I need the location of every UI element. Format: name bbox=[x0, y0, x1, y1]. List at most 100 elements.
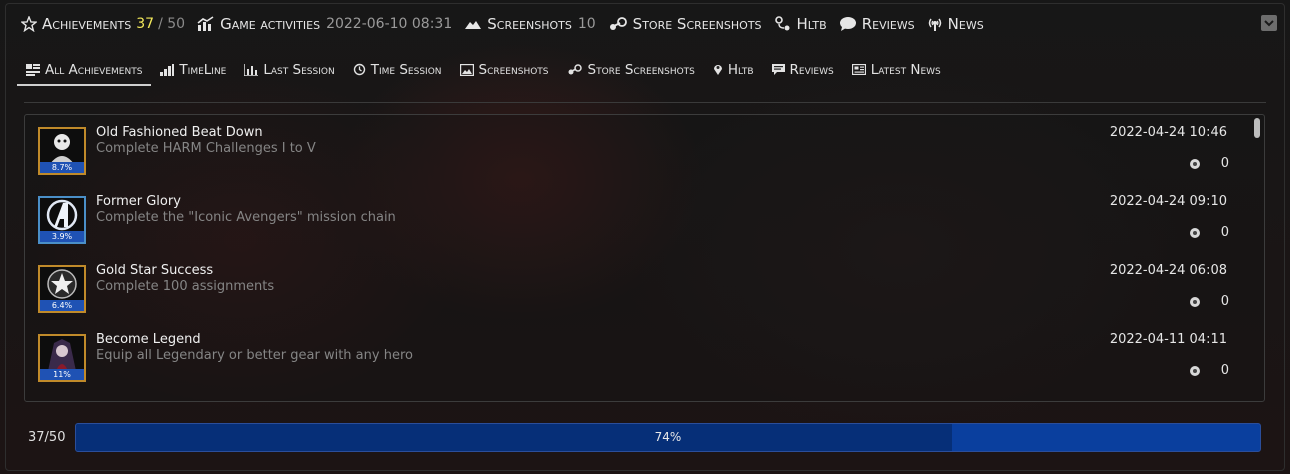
hero-portrait-icon bbox=[48, 339, 76, 371]
achievement-icon: 8.7% bbox=[38, 127, 86, 175]
image-icon bbox=[459, 63, 474, 76]
game-activities-label: Game activities bbox=[220, 15, 321, 33]
reviews-label: Reviews bbox=[861, 15, 915, 33]
scrollbar[interactable] bbox=[1254, 118, 1260, 138]
route-icon bbox=[774, 16, 790, 31]
list-item[interactable]: 11% Become Legend Equip all Legendary or… bbox=[25, 322, 1245, 391]
bar-chart-icon bbox=[160, 63, 175, 76]
achievement-description: Equip all Legendary or better gear with … bbox=[96, 348, 413, 363]
points-value: 0 bbox=[1220, 363, 1229, 378]
achievement-icon: 6.4% bbox=[38, 265, 86, 313]
achievements-label: Achievements bbox=[42, 15, 132, 33]
store-screenshots-label: Store Screenshots bbox=[632, 15, 762, 33]
brawler-icon bbox=[50, 134, 74, 164]
broadcast-icon bbox=[928, 18, 941, 31]
gamerscore-icon bbox=[1189, 227, 1200, 238]
rarity-percent: 8.7% bbox=[40, 162, 84, 173]
tab-last-session[interactable]: Last Session bbox=[235, 55, 343, 84]
rarity-percent: 6.4% bbox=[40, 300, 84, 311]
game-activities-link[interactable]: Game activities 2022-06-10 08:31 bbox=[197, 15, 452, 33]
tab-timeline[interactable]: TimeLine bbox=[151, 55, 235, 84]
unlock-date: 2022-04-24 06:08 bbox=[1109, 263, 1227, 278]
achievements-unlocked: 37 bbox=[136, 16, 155, 32]
achievement-icon: 3.9% bbox=[38, 196, 86, 244]
tab-latest-news[interactable]: Latest News bbox=[843, 55, 950, 84]
tab-label: Screenshots bbox=[478, 61, 549, 78]
achievements-total: / 50 bbox=[158, 16, 186, 32]
gamerscore-icon bbox=[1189, 365, 1200, 376]
chevron-down-icon bbox=[1264, 20, 1274, 27]
avengers-a-icon bbox=[46, 199, 78, 231]
chat-icon bbox=[839, 17, 856, 31]
hltb-label: Hltb bbox=[796, 15, 827, 33]
history-icon bbox=[353, 63, 365, 76]
achievement-name: Gold Star Success bbox=[96, 263, 214, 278]
divider bbox=[24, 102, 1266, 103]
unlock-date: 2022-04-11 04:11 bbox=[1109, 332, 1227, 347]
landscape-icon bbox=[465, 21, 482, 29]
achievement-description: Complete the "Iconic Avengers" mission c… bbox=[96, 210, 396, 225]
chart-up-icon bbox=[197, 16, 214, 31]
points: 0 bbox=[1189, 156, 1229, 171]
news-label: News bbox=[947, 15, 984, 33]
points: 0 bbox=[1189, 294, 1229, 309]
achievement-name: Become Legend bbox=[96, 332, 201, 347]
collapse-button[interactable] bbox=[1261, 15, 1277, 31]
reviews-link[interactable]: Reviews bbox=[839, 15, 915, 33]
screenshots-count: 10 bbox=[577, 16, 596, 32]
unlock-date: 2022-04-24 09:10 bbox=[1109, 194, 1227, 209]
progress-bar: 74% bbox=[75, 423, 1261, 452]
rarity-percent: 3.9% bbox=[40, 231, 84, 242]
progress-percent: 74% bbox=[654, 430, 682, 444]
stats-icon bbox=[244, 63, 259, 76]
tab-label: All Achievements bbox=[45, 61, 143, 78]
achievements-link[interactable]: Achievements 37 / 50 bbox=[21, 15, 185, 33]
achievement-icon: 11% bbox=[38, 334, 86, 382]
store-screenshots-link[interactable]: Store Screenshots bbox=[608, 15, 762, 33]
unlock-date: 2022-04-24 10:46 bbox=[1109, 125, 1227, 140]
points-value: 0 bbox=[1220, 225, 1229, 240]
achievement-name: Former Glory bbox=[96, 194, 181, 209]
tab-label: Time Session bbox=[370, 61, 442, 78]
star-badge-icon bbox=[47, 269, 77, 299]
achievement-description: Complete HARM Challenges I to V bbox=[96, 141, 316, 156]
newspaper-icon bbox=[851, 64, 866, 75]
tab-label: Store Screenshots bbox=[587, 61, 695, 78]
star-icon bbox=[21, 16, 37, 32]
points-value: 0 bbox=[1220, 156, 1229, 171]
progress-count: 37/50 bbox=[28, 430, 66, 445]
news-link[interactable]: News bbox=[927, 15, 984, 33]
tab-label: Last Session bbox=[263, 61, 335, 78]
game-activities-date: 2022-06-10 08:31 bbox=[326, 16, 453, 32]
list-item[interactable]: 3.9% Former Glory Complete the "Iconic A… bbox=[25, 184, 1245, 253]
tab-time-session[interactable]: Time Session bbox=[344, 55, 451, 84]
list-icon bbox=[26, 63, 40, 76]
hltb-link[interactable]: Hltb bbox=[774, 15, 827, 33]
tab-label: Hltb bbox=[727, 61, 754, 78]
rarity-percent: 11% bbox=[40, 369, 84, 380]
list-item[interactable]: 6.4% Gold Star Success Complete 100 assi… bbox=[25, 253, 1245, 322]
tab-store-screenshots[interactable]: Store Screenshots bbox=[558, 55, 704, 84]
tab-hltb[interactable]: Hltb bbox=[704, 55, 763, 84]
list-item[interactable]: 8.7% Old Fashioned Beat Down Complete HA… bbox=[25, 115, 1245, 184]
gamerscore-icon bbox=[1189, 296, 1200, 307]
tab-label: Reviews bbox=[789, 61, 834, 78]
achievements-list[interactable]: 8.7% Old Fashioned Beat Down Complete HA… bbox=[24, 114, 1265, 402]
points: 0 bbox=[1189, 363, 1229, 378]
tab-label: TimeLine bbox=[179, 61, 227, 78]
points-value: 0 bbox=[1220, 294, 1229, 309]
gamerscore-icon bbox=[1189, 158, 1200, 169]
tab-label: Latest News bbox=[870, 61, 941, 78]
steam-icon bbox=[609, 17, 627, 30]
points: 0 bbox=[1189, 225, 1229, 240]
tab-reviews[interactable]: Reviews bbox=[763, 55, 843, 84]
tab-all-achievements[interactable]: All Achievements bbox=[17, 55, 152, 86]
tab-bar: All Achievements TimeLine Last Session T… bbox=[17, 55, 950, 86]
screenshots-label: Screenshots bbox=[487, 15, 572, 33]
tab-screenshots[interactable]: Screenshots bbox=[451, 55, 558, 84]
screenshots-link[interactable]: Screenshots 10 bbox=[464, 15, 596, 33]
steam-icon bbox=[568, 64, 582, 75]
comment-icon bbox=[771, 63, 785, 75]
achievement-description: Complete 100 assignments bbox=[96, 279, 275, 294]
pin-icon bbox=[713, 65, 722, 75]
